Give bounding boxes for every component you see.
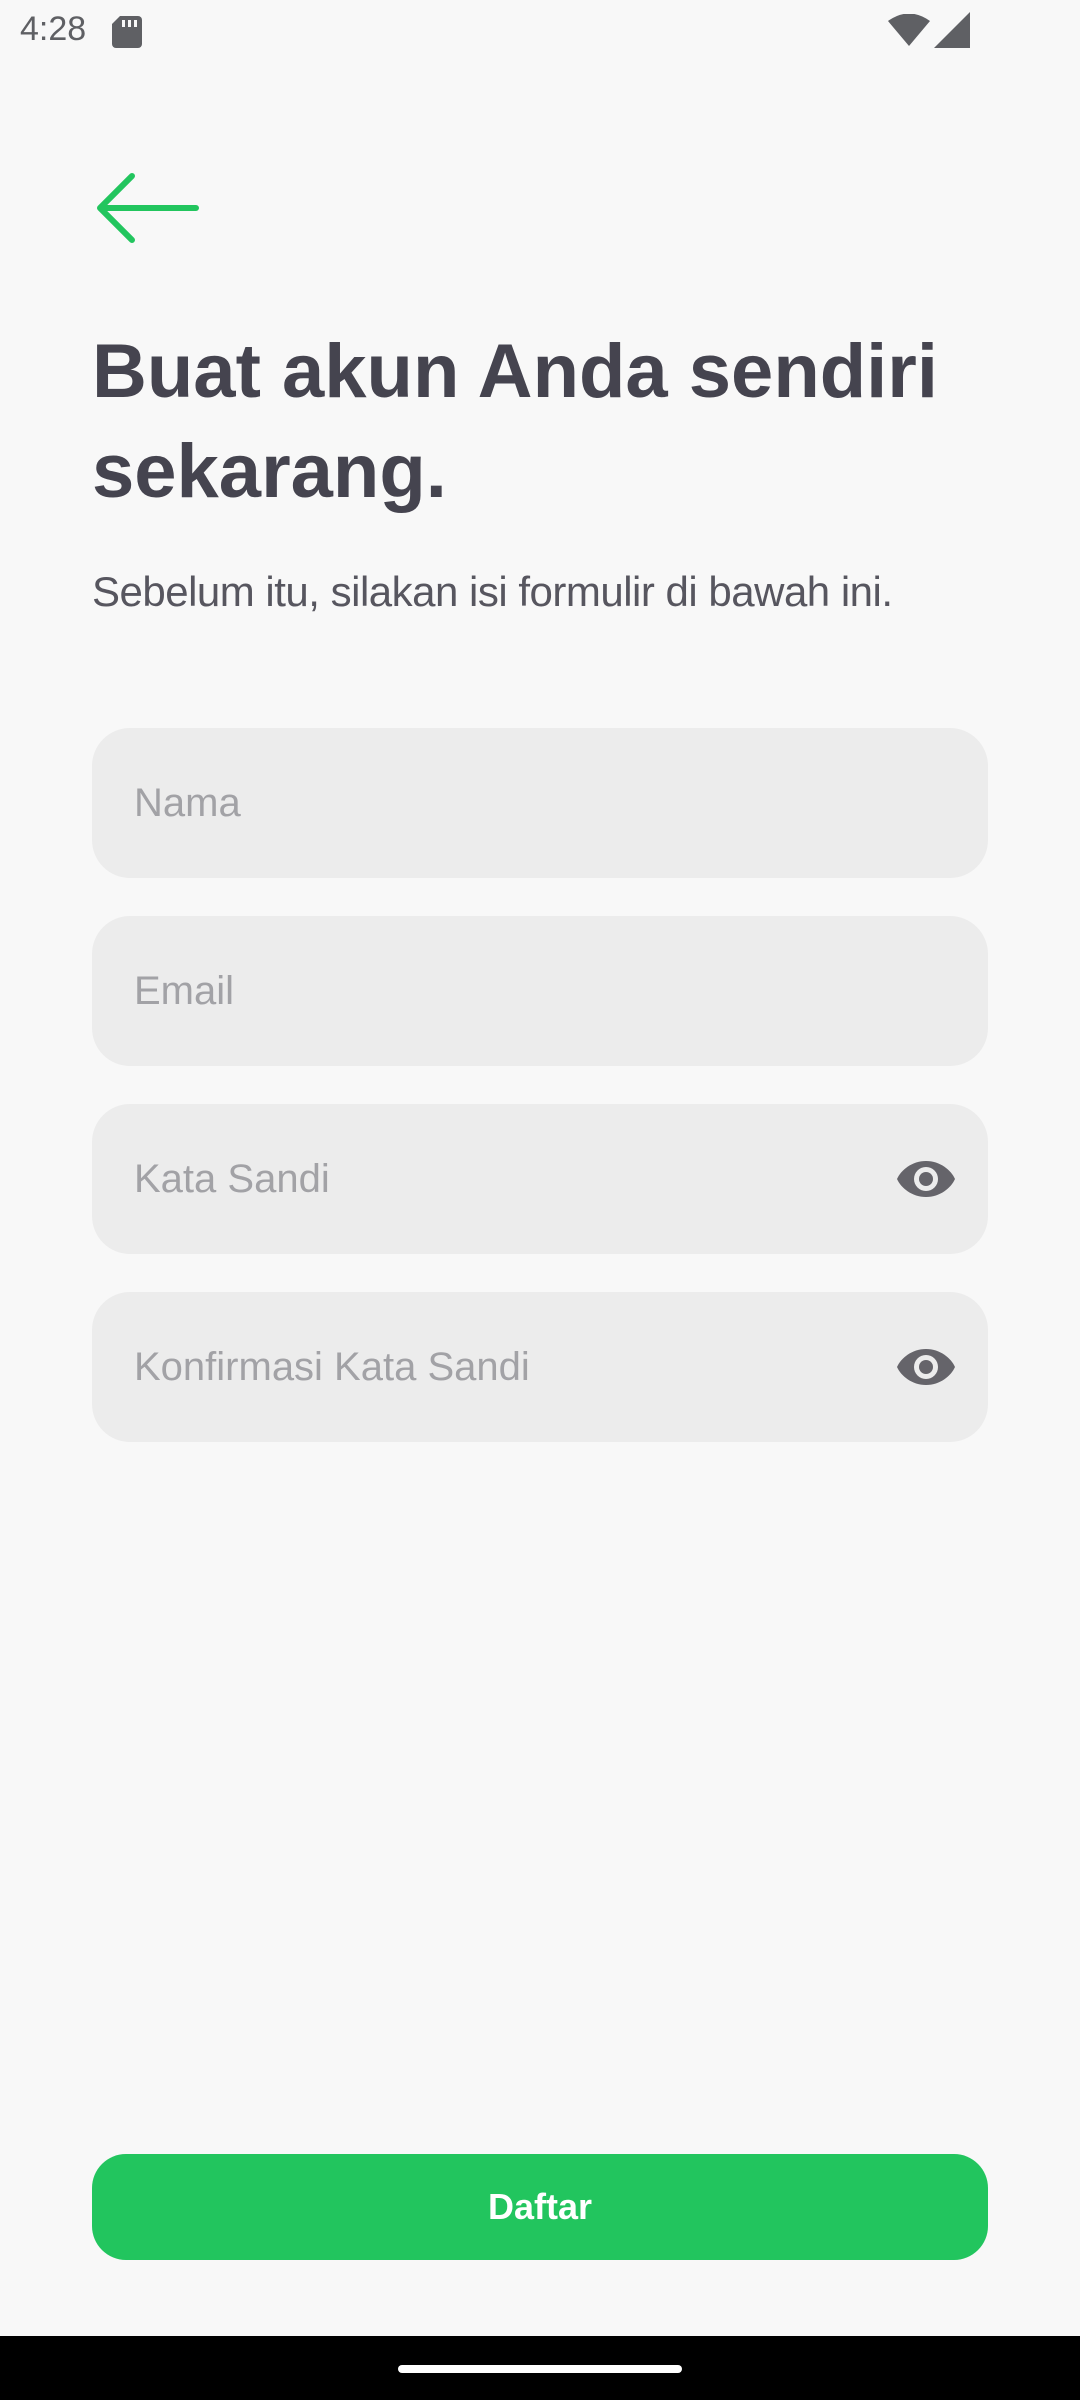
home-indicator[interactable]: [398, 2365, 682, 2373]
wifi-icon: [888, 14, 930, 46]
confirm-password-input[interactable]: [92, 1292, 988, 1442]
page-title: Buat akun Anda sendiri sekarang.: [92, 329, 938, 514]
signal-icon: [934, 12, 970, 48]
toggle-confirm-password-visibility-button[interactable]: [892, 1333, 960, 1401]
back-button[interactable]: [92, 172, 200, 244]
name-field: [92, 728, 988, 878]
toggle-password-visibility-button[interactable]: [892, 1145, 960, 1213]
navigation-bar: [0, 2336, 1080, 2400]
password-field: [92, 1104, 988, 1254]
name-input[interactable]: [92, 728, 988, 878]
confirm-password-field: [92, 1292, 988, 1442]
page-subtitle: Sebelum itu, silakan isi formulir di baw…: [92, 568, 893, 615]
register-button[interactable]: Daftar: [92, 2154, 988, 2260]
arrow-left-icon: [97, 173, 199, 243]
password-input[interactable]: [92, 1104, 988, 1254]
email-field: [92, 916, 988, 1066]
eye-icon: [897, 1161, 955, 1197]
status-time: 4:28: [20, 10, 87, 48]
status-bar: 4:28: [0, 0, 1080, 64]
email-input[interactable]: [92, 916, 988, 1066]
sd-card-icon: [112, 16, 142, 48]
eye-icon: [897, 1349, 955, 1385]
